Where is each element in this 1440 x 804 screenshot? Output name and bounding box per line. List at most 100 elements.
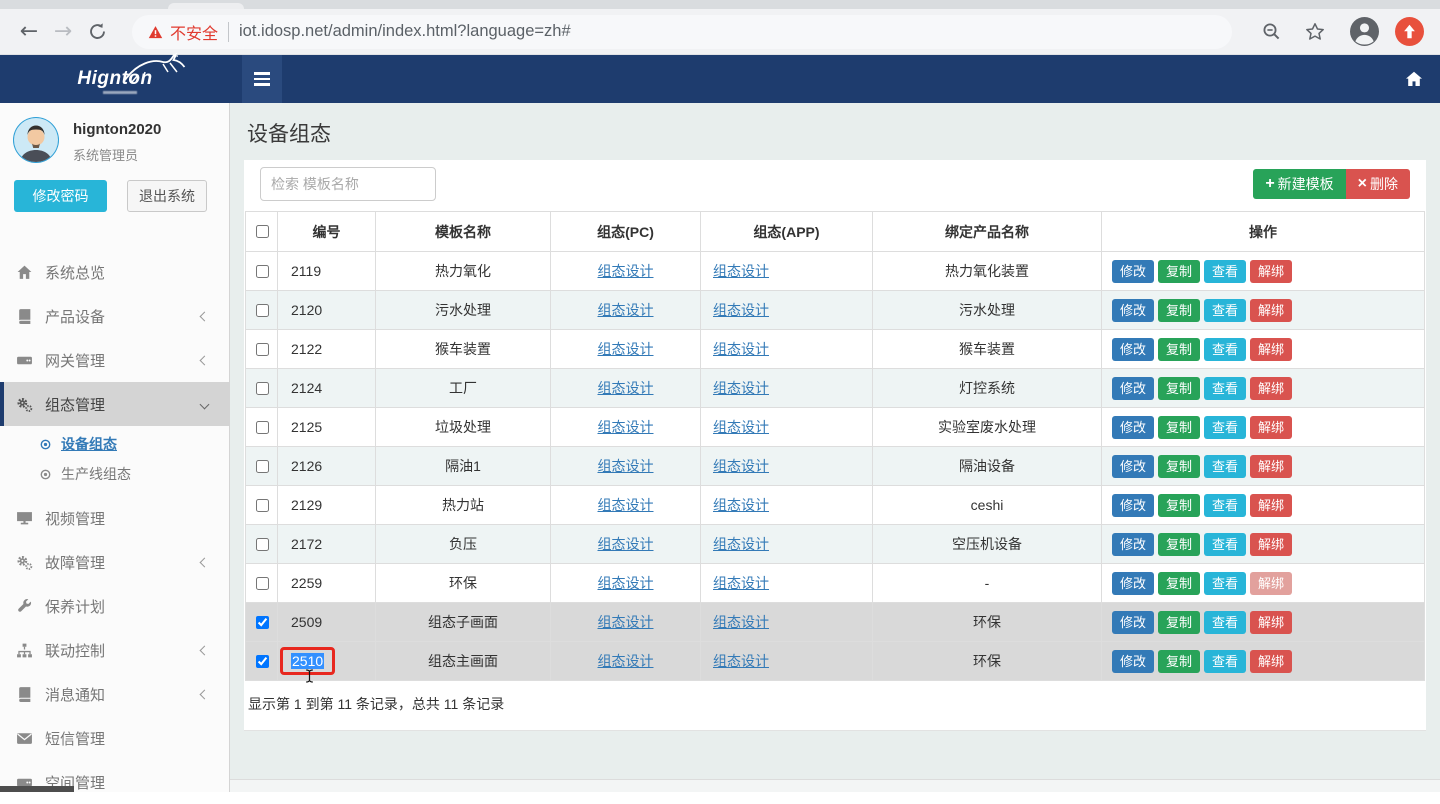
row-checkbox[interactable] — [256, 499, 269, 512]
view-button[interactable]: 查看 — [1204, 650, 1246, 673]
sidebar-subitem[interactable]: 设备组态 — [0, 429, 229, 459]
back-icon[interactable]: ← — [12, 15, 46, 49]
unbind-button[interactable]: 解绑 — [1250, 611, 1292, 634]
row-id-selected-text[interactable]: 2510 — [291, 653, 324, 669]
pc-design-link[interactable]: 组态设计 — [598, 302, 654, 318]
sidebar-item[interactable]: 系统总览 — [0, 250, 229, 294]
pc-design-link[interactable]: 组态设计 — [598, 575, 654, 591]
copy-button[interactable]: 复制 — [1158, 338, 1200, 361]
copy-button[interactable]: 复制 — [1158, 416, 1200, 439]
new-template-button[interactable]: +新建模板 — [1253, 169, 1345, 199]
unbind-button[interactable]: 解绑 — [1250, 299, 1292, 322]
sidebar-item[interactable]: 空间管理 — [0, 760, 229, 804]
edit-button[interactable]: 修改 — [1112, 260, 1154, 283]
row-checkbox[interactable] — [256, 460, 269, 473]
app-design-link[interactable]: 组态设计 — [713, 419, 769, 435]
app-design-link[interactable]: 组态设计 — [713, 653, 769, 669]
unbind-button[interactable]: 解绑 — [1250, 260, 1292, 283]
sidebar-item[interactable]: 网关管理 — [0, 338, 229, 382]
edit-button[interactable]: 修改 — [1112, 338, 1154, 361]
sidebar-item[interactable]: 视频管理 — [0, 496, 229, 540]
app-design-link[interactable]: 组态设计 — [713, 458, 769, 474]
column-header[interactable]: 组态(PC) — [551, 212, 701, 252]
sidebar-item[interactable]: 保养计划 — [0, 584, 229, 628]
copy-button[interactable]: 复制 — [1158, 455, 1200, 478]
edit-button[interactable]: 修改 — [1112, 299, 1154, 322]
select-all-checkbox[interactable] — [256, 225, 269, 238]
unbind-button[interactable]: 解绑 — [1250, 377, 1292, 400]
column-header[interactable]: 编号 — [278, 212, 376, 252]
pc-design-link[interactable]: 组态设计 — [598, 341, 654, 357]
delete-button[interactable]: ×删除 — [1346, 169, 1410, 199]
pc-design-link[interactable]: 组态设计 — [598, 497, 654, 513]
unbind-button[interactable]: 解绑 — [1250, 572, 1292, 595]
row-checkbox[interactable] — [256, 265, 269, 278]
column-header[interactable]: 组态(APP) — [701, 212, 873, 252]
app-design-link[interactable]: 组态设计 — [713, 263, 769, 279]
view-button[interactable]: 查看 — [1204, 455, 1246, 478]
horizontal-scrollbar-track[interactable] — [230, 779, 1440, 792]
copy-button[interactable]: 复制 — [1158, 260, 1200, 283]
sidebar-item[interactable]: 组态管理 — [0, 382, 229, 426]
app-design-link[interactable]: 组态设计 — [713, 302, 769, 318]
edit-button[interactable]: 修改 — [1112, 650, 1154, 673]
view-button[interactable]: 查看 — [1204, 572, 1246, 595]
app-design-link[interactable]: 组态设计 — [713, 497, 769, 513]
copy-button[interactable]: 复制 — [1158, 299, 1200, 322]
edit-button[interactable]: 修改 — [1112, 416, 1154, 439]
reload-icon[interactable] — [80, 15, 114, 49]
sidebar-item[interactable]: 消息通知 — [0, 672, 229, 716]
app-design-link[interactable]: 组态设计 — [713, 380, 769, 396]
sidebar-item[interactable]: 短信管理 — [0, 716, 229, 760]
brand-logo[interactable]: Hignton — [0, 55, 230, 103]
view-button[interactable]: 查看 — [1204, 260, 1246, 283]
sidebar-item[interactable]: 故障管理 — [0, 540, 229, 584]
pc-design-link[interactable]: 组态设计 — [598, 653, 654, 669]
copy-button[interactable]: 复制 — [1158, 377, 1200, 400]
row-checkbox[interactable] — [256, 616, 269, 629]
edit-button[interactable]: 修改 — [1112, 455, 1154, 478]
row-checkbox[interactable] — [256, 304, 269, 317]
view-button[interactable]: 查看 — [1204, 416, 1246, 439]
sidebar-item[interactable]: 产品设备 — [0, 294, 229, 338]
row-checkbox[interactable] — [256, 382, 269, 395]
address-bar[interactable]: 不安全 iot.idosp.net/admin/index.html?langu… — [132, 15, 1232, 49]
view-button[interactable]: 查看 — [1204, 611, 1246, 634]
unbind-button[interactable]: 解绑 — [1250, 416, 1292, 439]
pc-design-link[interactable]: 组态设计 — [598, 263, 654, 279]
search-input[interactable] — [260, 167, 436, 201]
app-design-link[interactable]: 组态设计 — [713, 341, 769, 357]
column-header[interactable]: 操作 — [1102, 212, 1425, 252]
app-design-link[interactable]: 组态设计 — [713, 614, 769, 630]
pc-design-link[interactable]: 组态设计 — [598, 614, 654, 630]
view-button[interactable]: 查看 — [1204, 338, 1246, 361]
row-checkbox[interactable] — [256, 343, 269, 356]
edit-button[interactable]: 修改 — [1112, 572, 1154, 595]
copy-button[interactable]: 复制 — [1158, 533, 1200, 556]
view-button[interactable]: 查看 — [1204, 494, 1246, 517]
unbind-button[interactable]: 解绑 — [1250, 494, 1292, 517]
pc-design-link[interactable]: 组态设计 — [598, 380, 654, 396]
row-checkbox[interactable] — [256, 421, 269, 434]
sidebar-item[interactable]: 联动控制 — [0, 628, 229, 672]
change-password-button[interactable]: 修改密码 — [14, 180, 107, 212]
edit-button[interactable]: 修改 — [1112, 494, 1154, 517]
url-text[interactable]: iot.idosp.net/admin/index.html?language=… — [239, 22, 571, 41]
column-header[interactable]: 模板名称 — [376, 212, 551, 252]
logout-button[interactable]: 退出系统 — [127, 180, 207, 212]
copy-button[interactable]: 复制 — [1158, 650, 1200, 673]
pc-design-link[interactable]: 组态设计 — [598, 458, 654, 474]
zoom-out-icon[interactable] — [1254, 15, 1288, 49]
copy-button[interactable]: 复制 — [1158, 572, 1200, 595]
column-header[interactable]: 绑定产品名称 — [873, 212, 1102, 252]
pc-design-link[interactable]: 组态设计 — [598, 536, 654, 552]
edit-button[interactable]: 修改 — [1112, 377, 1154, 400]
forward-icon[interactable]: → — [46, 15, 80, 49]
edit-button[interactable]: 修改 — [1112, 533, 1154, 556]
sidebar-toggle-hamburger-icon[interactable] — [242, 55, 282, 103]
sidebar-subitem[interactable]: 生产线组态 — [0, 459, 229, 489]
view-button[interactable]: 查看 — [1204, 299, 1246, 322]
browser-profile-avatar[interactable] — [1350, 17, 1379, 46]
horizontal-scrollbar-thumb[interactable] — [0, 786, 74, 792]
view-button[interactable]: 查看 — [1204, 377, 1246, 400]
